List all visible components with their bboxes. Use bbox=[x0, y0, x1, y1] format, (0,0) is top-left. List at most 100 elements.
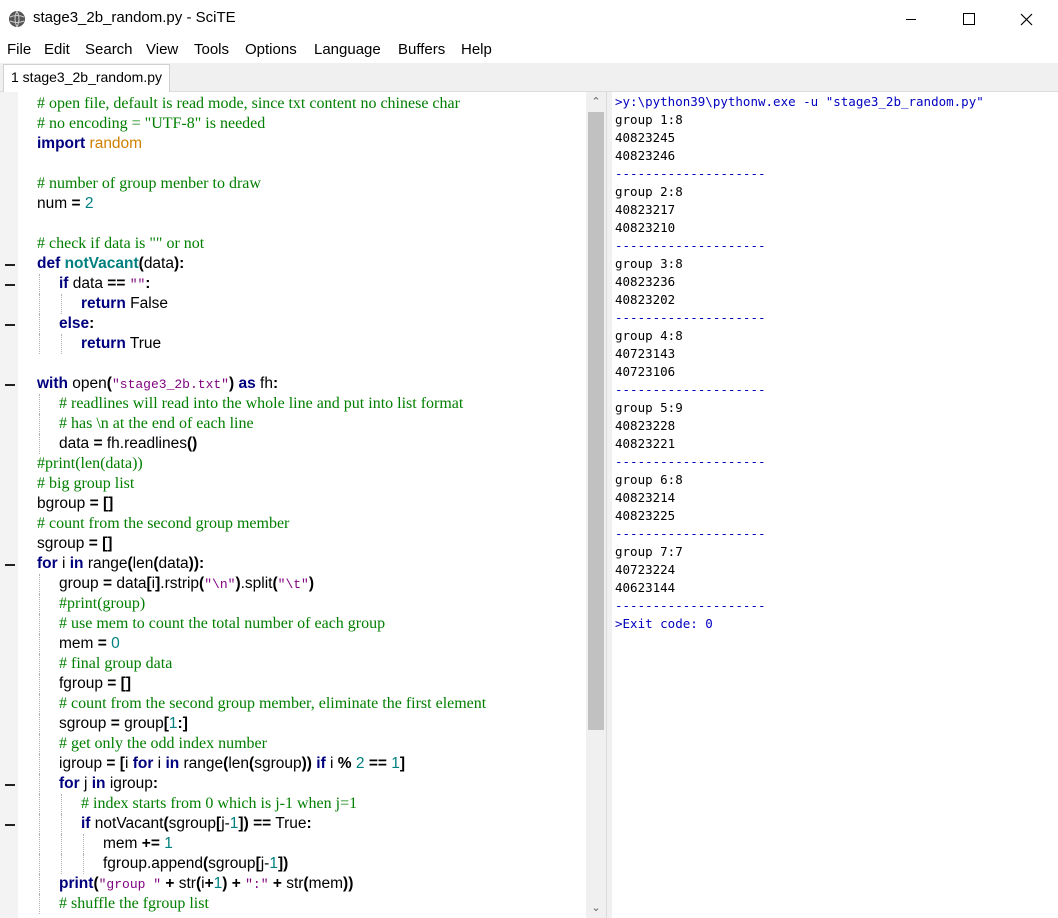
output-line: group 1:8 bbox=[615, 112, 683, 127]
output-line: -------------------- bbox=[615, 526, 766, 541]
code-line: # readlines will read into the whole lin… bbox=[59, 395, 464, 412]
fold-marker-icon[interactable] bbox=[5, 824, 15, 826]
indent-guide bbox=[39, 774, 40, 794]
code-editor[interactable]: # open file, default is read mode, since… bbox=[0, 92, 586, 918]
output-line: -------------------- bbox=[615, 382, 766, 397]
indent-guide bbox=[61, 794, 62, 814]
indent-guide bbox=[39, 714, 40, 734]
code-line: fgroup.append(sgroup[j-1]) bbox=[103, 855, 289, 872]
code-line: data = fh.readlines() bbox=[59, 435, 198, 452]
indent-guide bbox=[39, 694, 40, 714]
code-line: # get only the odd index number bbox=[59, 735, 267, 752]
maximize-icon bbox=[963, 13, 975, 25]
scroll-down-icon[interactable]: ⌄ bbox=[586, 898, 606, 918]
fold-marker-icon[interactable] bbox=[5, 324, 15, 326]
code-line: def notVacant(data): bbox=[37, 255, 185, 272]
title-bar: stage3_2b_random.py - SciTE bbox=[0, 0, 1058, 38]
indent-guide bbox=[39, 854, 40, 874]
output-line: 40823221 bbox=[615, 436, 676, 451]
output-pane[interactable]: >y:\python39\pythonw.exe -u "stage3_2b_r… bbox=[612, 92, 1058, 918]
output-command-line: >Exit code: 0 bbox=[615, 616, 713, 631]
output-line: 40823245 bbox=[615, 130, 676, 145]
indent-guide bbox=[39, 734, 40, 754]
menu-view[interactable]: View bbox=[146, 41, 178, 58]
menu-edit[interactable]: Edit bbox=[44, 41, 70, 58]
menu-file[interactable]: File bbox=[7, 41, 31, 58]
code-line: mem += 1 bbox=[103, 835, 173, 852]
code-line: # has \n at the end of each line bbox=[59, 415, 254, 432]
indent-guide bbox=[39, 434, 40, 454]
menu-search[interactable]: Search bbox=[85, 41, 133, 58]
menu-tools[interactable]: Tools bbox=[194, 41, 229, 58]
output-line: 40723106 bbox=[615, 364, 676, 379]
indent-guide bbox=[39, 594, 40, 614]
code-line: num = 2 bbox=[37, 195, 94, 212]
menu-language[interactable]: Language bbox=[314, 41, 381, 58]
fold-marker-icon[interactable] bbox=[5, 284, 15, 286]
output-line: group 4:8 bbox=[615, 328, 683, 343]
fold-marker-icon[interactable] bbox=[5, 564, 15, 566]
output-line: -------------------- bbox=[615, 598, 766, 613]
indent-guide bbox=[39, 314, 40, 334]
code-line: import random bbox=[37, 135, 143, 152]
code-line: #print(len(data)) bbox=[37, 455, 143, 472]
indent-guide bbox=[61, 334, 62, 354]
fold-marker-icon[interactable] bbox=[5, 784, 15, 786]
indent-guide bbox=[39, 814, 40, 834]
code-line: fgroup = [] bbox=[59, 675, 131, 692]
output-line: -------------------- bbox=[615, 238, 766, 253]
menu-options[interactable]: Options bbox=[245, 41, 297, 58]
close-button[interactable] bbox=[998, 0, 1056, 38]
indent-guide bbox=[39, 794, 40, 814]
code-line: # shuffle the fgroup list bbox=[59, 895, 209, 912]
indent-guide bbox=[39, 874, 40, 894]
code-line: #print(group) bbox=[59, 595, 146, 612]
indent-guide bbox=[39, 614, 40, 634]
code-line: # no encoding = "UTF-8" is needed bbox=[37, 115, 266, 132]
scite-globe-icon bbox=[9, 10, 25, 28]
menu-buffers[interactable]: Buffers bbox=[398, 41, 445, 58]
output-line: 40823225 bbox=[615, 508, 676, 523]
code-line: else: bbox=[59, 315, 95, 332]
output-line: group 7:7 bbox=[615, 544, 683, 559]
code-line: if notVacant(sgroup[j-1]) == True: bbox=[81, 815, 312, 832]
code-line: with open("stage3_2b.txt") as fh: bbox=[37, 375, 279, 392]
code-line: return False bbox=[81, 295, 169, 312]
code-line: # use mem to count the total number of e… bbox=[59, 615, 386, 632]
output-line: 40823246 bbox=[615, 148, 676, 163]
indent-guide bbox=[39, 334, 40, 354]
code-line: mem = 0 bbox=[59, 635, 120, 652]
scroll-up-icon[interactable]: ⌃ bbox=[586, 92, 606, 112]
indent-guide bbox=[61, 854, 62, 874]
indent-guide bbox=[83, 834, 84, 854]
menu-help[interactable]: Help bbox=[461, 41, 492, 58]
tab-stage3-2b-random[interactable]: 1 stage3_2b_random.py bbox=[3, 64, 170, 92]
indent-guide bbox=[39, 274, 40, 294]
fold-marker-icon[interactable] bbox=[5, 264, 15, 266]
output-command-line: >y:\python39\pythonw.exe -u "stage3_2b_r… bbox=[615, 94, 984, 109]
editor-scroll-thumb[interactable] bbox=[588, 112, 604, 730]
code-line: return True bbox=[81, 335, 162, 352]
output-line: 40823236 bbox=[615, 274, 676, 289]
code-line: print("group " + str(i+1) + ":" + str(me… bbox=[59, 875, 354, 892]
output-line: 40823217 bbox=[615, 202, 676, 217]
code-line: bgroup = [] bbox=[37, 495, 114, 512]
output-line: group 3:8 bbox=[615, 256, 683, 271]
indent-guide bbox=[39, 834, 40, 854]
output-line: -------------------- bbox=[615, 166, 766, 181]
code-line: # final group data bbox=[59, 655, 173, 672]
fold-marker-icon[interactable] bbox=[5, 384, 15, 386]
maximize-button[interactable] bbox=[940, 0, 998, 38]
output-line: 40823202 bbox=[615, 292, 676, 307]
indent-guide bbox=[39, 574, 40, 594]
code-line: igroup = [i for i in range(len(sgroup)) … bbox=[59, 755, 406, 772]
minimize-button[interactable] bbox=[882, 0, 940, 38]
close-icon bbox=[1020, 13, 1033, 26]
window-title: stage3_2b_random.py - SciTE bbox=[33, 9, 236, 26]
indent-guide bbox=[39, 754, 40, 774]
code-line: for j in igroup: bbox=[59, 775, 159, 792]
output-line: 40823214 bbox=[615, 490, 676, 505]
output-line: group 2:8 bbox=[615, 184, 683, 199]
